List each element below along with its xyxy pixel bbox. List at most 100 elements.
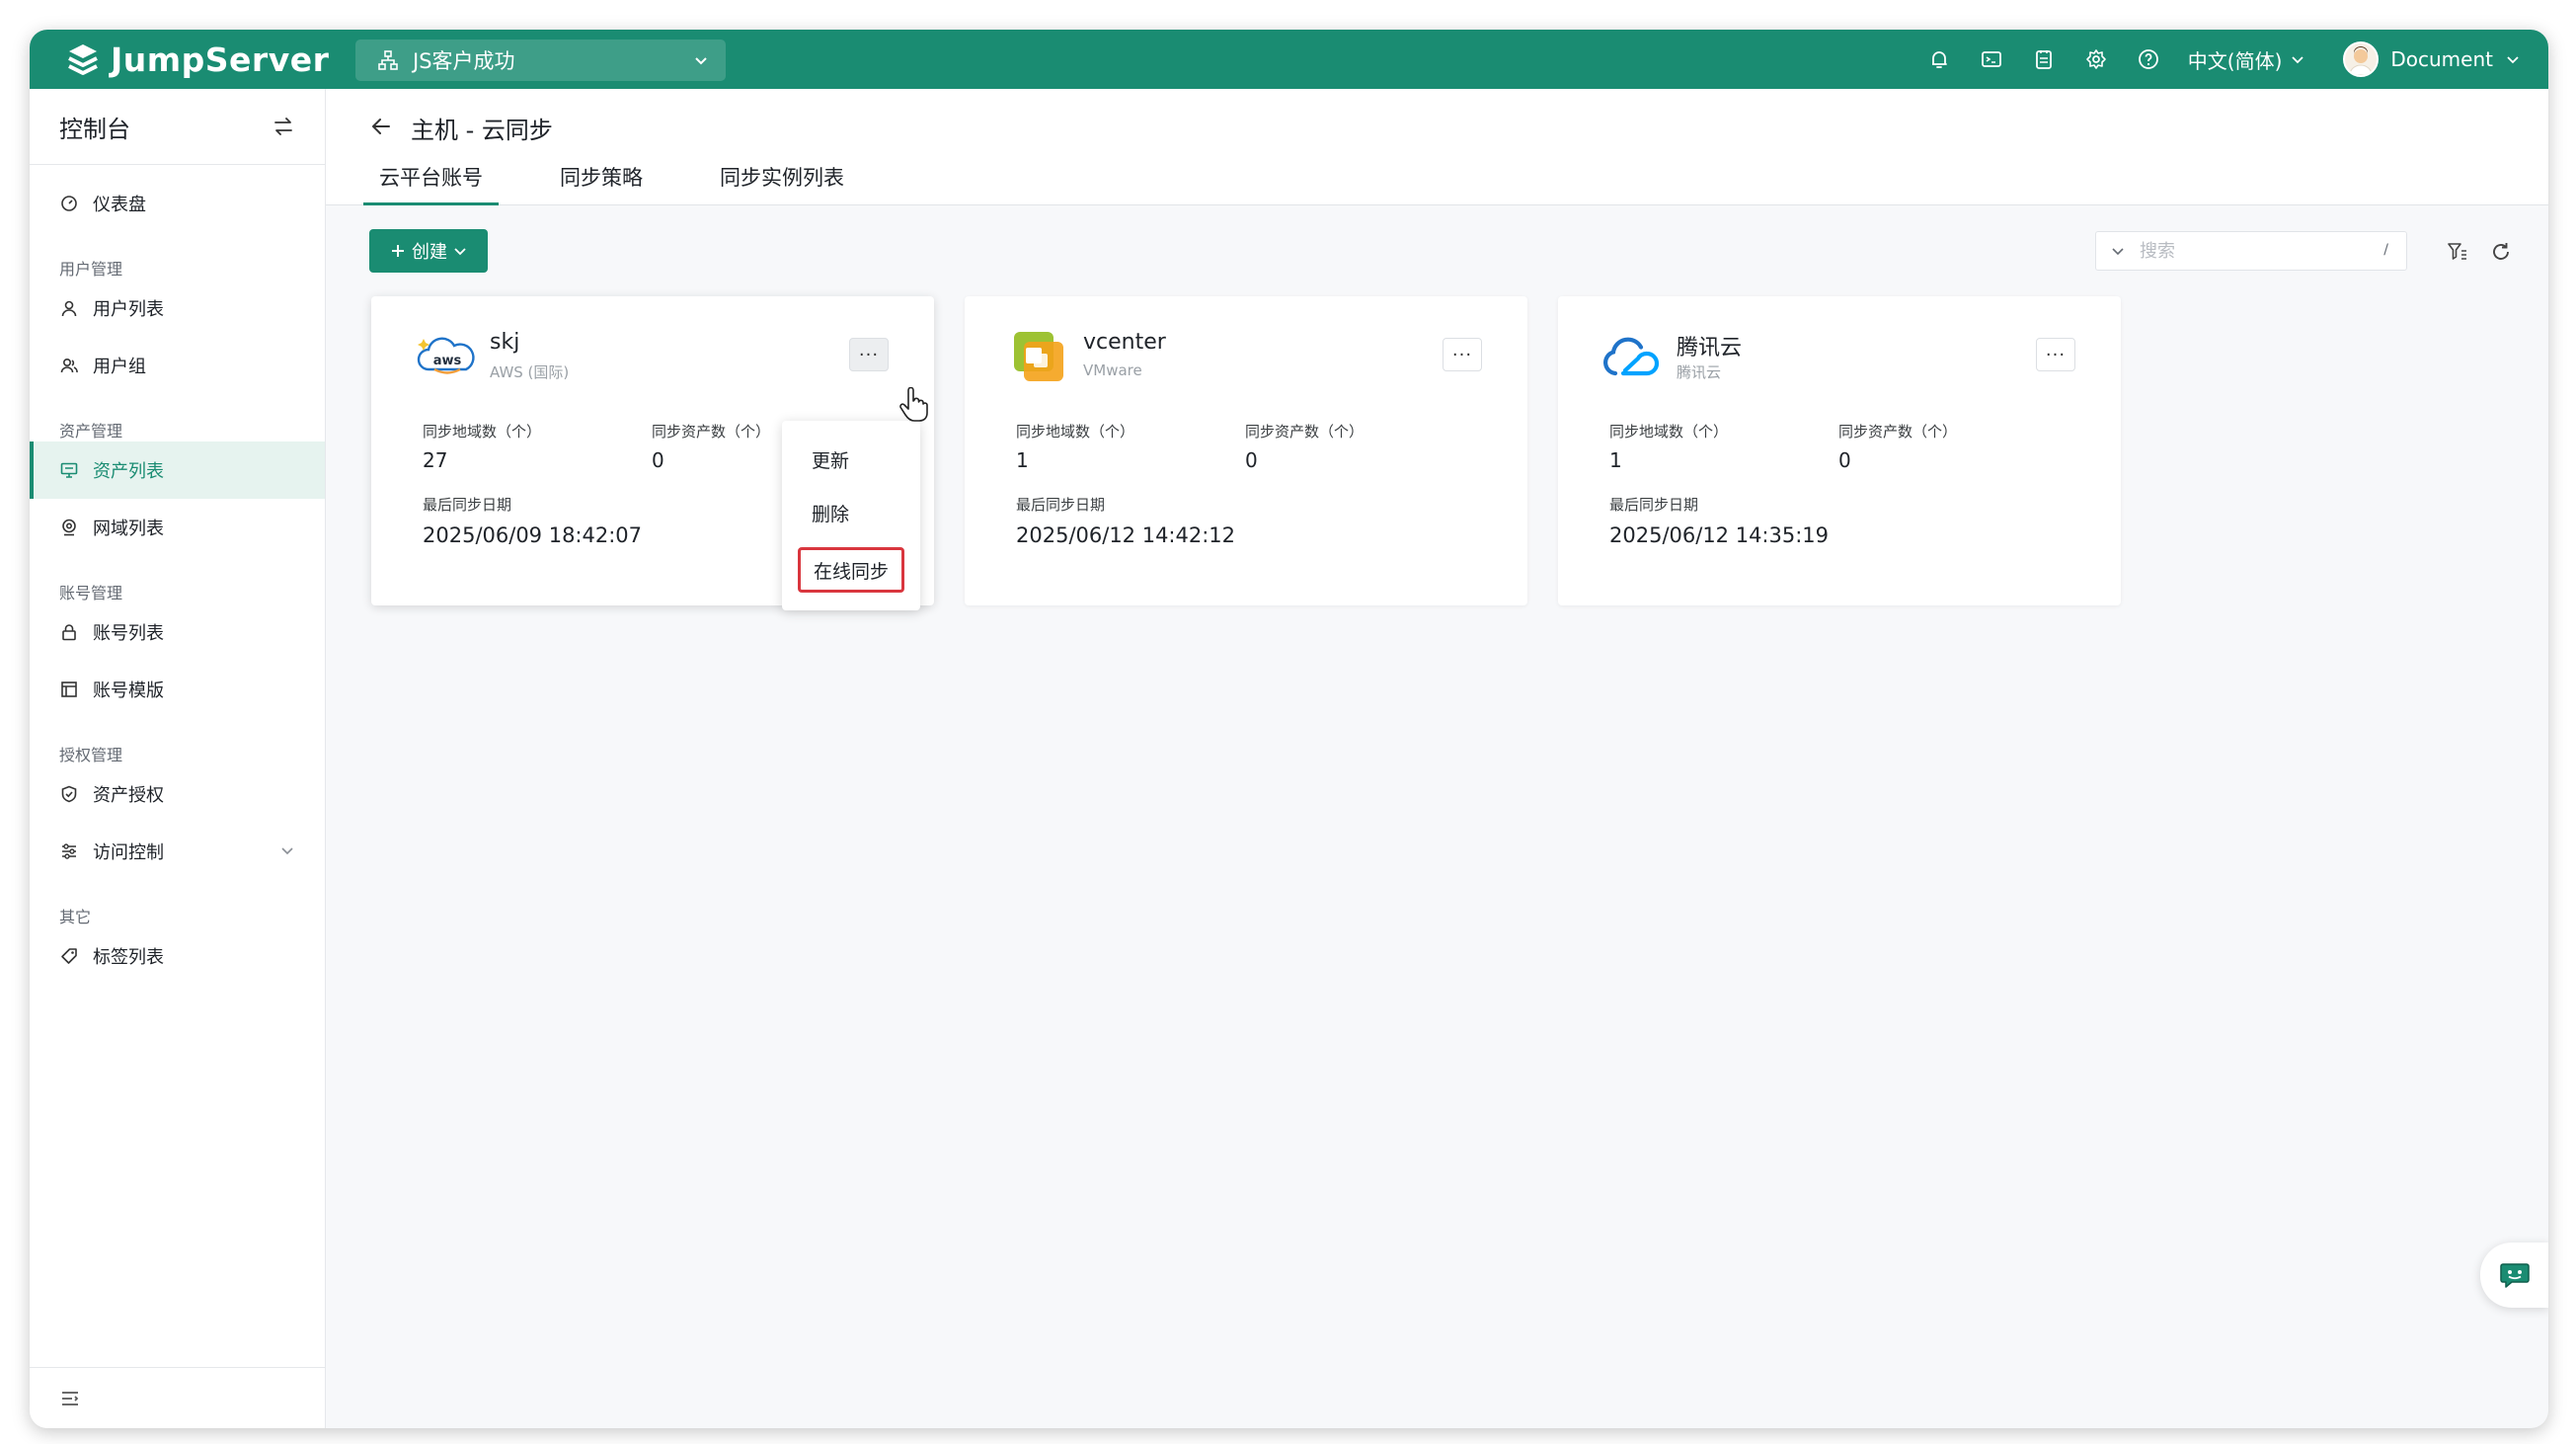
gear-icon[interactable] [2084, 47, 2108, 71]
regions-label: 同步地域数（个） [1016, 423, 1135, 441]
tab-sync-instances[interactable]: 同步实例列表 [708, 160, 856, 205]
sidebar-item-asset-list[interactable]: 资产列表 [30, 441, 325, 499]
search-shortcut: / [2383, 242, 2388, 258]
sidebar-group-perms: 授权管理 [59, 746, 123, 764]
dashboard-icon [59, 194, 79, 213]
card-provider: VMware [1083, 361, 1142, 379]
last-sync-date: 2025/06/12 14:35:19 [1609, 523, 1830, 547]
assets-count: 0 [1245, 448, 1258, 472]
avatar [2343, 41, 2380, 77]
card-name: skj [490, 330, 520, 355]
card-provider: AWS (国际) [490, 363, 570, 381]
sidebar-item-label: 资产列表 [93, 461, 164, 482]
more-actions-button[interactable]: ··· [849, 338, 889, 371]
user-name: Document [2390, 47, 2493, 71]
create-label: 创建 [412, 242, 447, 263]
sidebar-item-access-control[interactable]: 访问控制 [30, 823, 325, 880]
chevron-down-icon[interactable] [2110, 243, 2126, 259]
search-input[interactable] [2140, 240, 2357, 262]
back-arrow-icon[interactable] [369, 115, 393, 138]
terminal-icon[interactable] [1980, 47, 2003, 71]
organization-icon [378, 50, 398, 70]
chevron-down-icon [695, 57, 707, 65]
access-control-icon [59, 842, 79, 861]
assets-label: 同步资产数（个） [1838, 423, 1958, 441]
vmware-icon [1014, 332, 1063, 381]
cloud-account-card[interactable]: vcenter VMware ··· 同步地域数（个） 1 同步资产数（个） 0… [965, 296, 1527, 605]
tag-icon [59, 946, 79, 966]
sidebar-item-account-list[interactable]: 账号列表 [30, 603, 325, 661]
chevron-down-icon [2507, 56, 2519, 64]
template-icon [59, 680, 79, 699]
sidebar-item-label: 网域列表 [93, 519, 164, 539]
sidebar-group-assets: 资产管理 [59, 422, 123, 441]
lock-icon [59, 622, 79, 642]
collapse-menu-icon[interactable] [59, 1388, 81, 1409]
create-button[interactable]: 创建 [369, 229, 488, 273]
search-box[interactable]: / [2095, 231, 2407, 271]
sidebar-item-account-template[interactable]: 账号模版 [30, 661, 325, 718]
more-actions-button[interactable]: ··· [1443, 338, 1482, 371]
location-icon [59, 518, 79, 537]
sidebar-group-accounts: 账号管理 [59, 584, 123, 602]
last-sync-label: 最后同步日期 [1016, 496, 1106, 514]
sidebar-item-user-group[interactable]: 用户组 [30, 337, 325, 394]
menu-item-delete[interactable]: 删除 [812, 500, 849, 526]
user-menu[interactable]: Document [2343, 41, 2521, 77]
chat-icon [2500, 1263, 2530, 1288]
sidebar-header: 控制台 [30, 89, 325, 165]
switch-view-icon[interactable] [272, 115, 295, 138]
regions-count: 1 [1609, 448, 1622, 472]
tab-cloud-accounts[interactable]: 云平台账号 [363, 160, 499, 205]
sidebar-group-users: 用户管理 [59, 260, 123, 279]
last-sync-date: 2025/06/12 14:42:12 [1016, 523, 1236, 547]
more-actions-button[interactable]: ··· [2036, 338, 2075, 371]
card-name: vcenter [1083, 330, 1166, 355]
regions-label: 同步地域数（个） [423, 423, 542, 441]
chevron-down-icon [2292, 56, 2304, 64]
tencent-cloud-icon [1603, 337, 1660, 376]
assets-count: 0 [1838, 448, 1851, 472]
app-window: JumpServer JS客户成功 中文(简体) Document 控制台 仪表… [30, 30, 2548, 1428]
sidebar-item-label: 用户组 [93, 357, 146, 377]
last-sync-label: 最后同步日期 [1609, 496, 1699, 514]
refresh-icon[interactable] [2490, 241, 2512, 263]
sidebar-item-label: 访问控制 [93, 842, 164, 863]
help-icon[interactable] [2137, 47, 2160, 71]
org-selector[interactable]: JS客户成功 [355, 40, 726, 81]
sidebar-item-label: 标签列表 [93, 947, 164, 968]
language-label: 中文(简体) [2187, 48, 2283, 73]
menu-item-update[interactable]: 更新 [812, 446, 849, 473]
regions-label: 同步地域数（个） [1609, 423, 1729, 441]
filter-columns-icon[interactable] [2447, 241, 2468, 263]
cloud-account-card[interactable]: 腾讯云 腾讯云 ··· 同步地域数（个） 1 同步资产数（个） 0 最后同步日期… [1558, 296, 2121, 605]
plus-icon [392, 245, 404, 257]
card-actions-menu: 更新 删除 在线同步 [782, 421, 920, 610]
sidebar-item-label: 账号模版 [93, 681, 164, 701]
jumpserver-logo-icon [68, 44, 98, 75]
tab-sync-strategy[interactable]: 同步策略 [548, 160, 655, 205]
sidebar-item-zone-list[interactable]: 网域列表 [30, 499, 325, 556]
sidebar-item-label-list[interactable]: 标签列表 [30, 927, 325, 985]
monitor-icon [59, 460, 79, 480]
aws-icon: aws [417, 337, 475, 374]
sidebar-item-asset-permission[interactable]: 资产授权 [30, 765, 325, 823]
regions-count: 27 [423, 448, 448, 472]
org-name: JS客户成功 [413, 49, 515, 73]
bell-icon[interactable] [1927, 47, 1951, 71]
logo[interactable]: JumpServer [63, 40, 329, 79]
sidebar-item-user-list[interactable]: 用户列表 [30, 280, 325, 337]
sidebar-footer [30, 1367, 325, 1428]
menu-item-online-sync[interactable]: 在线同步 [798, 547, 904, 593]
chat-assistant-button[interactable] [2480, 1243, 2548, 1308]
ticket-icon[interactable] [2032, 47, 2056, 71]
sidebar-item-dashboard[interactable]: 仪表盘 [30, 175, 325, 232]
tab-bar: 云平台账号 同步策略 同步实例列表 [363, 160, 909, 205]
sidebar-group-other: 其它 [59, 908, 92, 926]
toolbar: 创建 / [369, 229, 2522, 273]
regions-count: 1 [1016, 448, 1029, 472]
language-selector[interactable]: 中文(简体) [2188, 45, 2306, 74]
main-content: 主机 - 云同步 云平台账号 同步策略 同步实例列表 创建 / [326, 89, 2548, 1428]
assets-label: 同步资产数（个） [652, 423, 770, 441]
page-header: 主机 - 云同步 云平台账号 同步策略 同步实例列表 [326, 89, 2548, 205]
